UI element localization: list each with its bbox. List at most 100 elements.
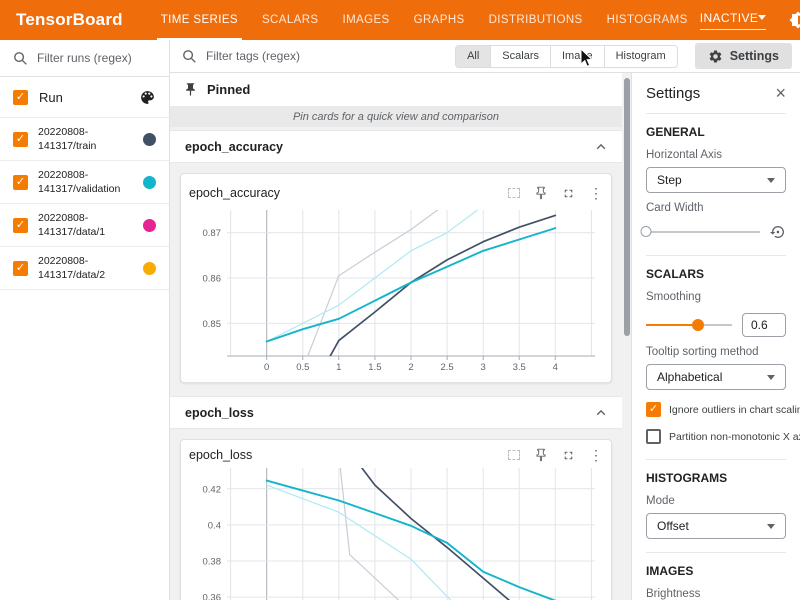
- filter-button-histogram[interactable]: Histogram: [604, 46, 677, 67]
- chevron-down-icon: [767, 524, 775, 529]
- pinned-section-header: Pinned: [170, 73, 622, 106]
- run-label: 20220808-141317/data/2: [38, 254, 133, 282]
- filter-button-scalars[interactable]: Scalars: [490, 46, 550, 67]
- run-row-data-1[interactable]: 20220808-141317/data/1: [0, 204, 169, 247]
- section-epoch-loss[interactable]: epoch_loss: [170, 396, 622, 429]
- card-width-slider[interactable]: [646, 225, 760, 239]
- close-icon[interactable]: ×: [775, 83, 786, 104]
- dark-mode-toggle-button[interactable]: [789, 10, 800, 30]
- tab-histograms[interactable]: HISTOGRAMS: [595, 0, 700, 40]
- svg-text:3.5: 3.5: [513, 362, 526, 373]
- tags-toolbar: Filter tags (regex) All Scalars Image Hi…: [170, 40, 800, 73]
- settings-section-images: IMAGES Brightness Contrast: [646, 552, 786, 600]
- tag-type-filter-group: All Scalars Image Histogram: [455, 45, 678, 68]
- run-color-dot[interactable]: [143, 262, 156, 275]
- tab-time-series[interactable]: TIME SERIES: [149, 0, 250, 40]
- fullscreen-button[interactable]: [562, 449, 575, 462]
- pin-icon: [534, 186, 548, 200]
- run-color-dot[interactable]: [143, 176, 156, 189]
- tab-graphs[interactable]: GRAPHS: [402, 0, 477, 40]
- pin-icon: [534, 448, 548, 462]
- settings-section-histograms: HISTOGRAMS Mode Offset: [646, 459, 786, 552]
- run-status-dropdown[interactable]: INACTIVE: [700, 11, 767, 30]
- pinned-empty-message: Pin cards for a quick view and compariso…: [170, 106, 622, 127]
- run-checkbox[interactable]: [13, 175, 28, 190]
- horizontal-axis-value: Step: [657, 173, 682, 187]
- section-epoch-accuracy[interactable]: epoch_accuracy: [170, 130, 622, 163]
- pin-icon: [183, 82, 198, 97]
- search-icon: [13, 51, 28, 66]
- tab-distributions[interactable]: DISTRIBUTIONS: [477, 0, 595, 40]
- card-menu-button[interactable]: ⋮: [589, 186, 603, 200]
- run-checkbox[interactable]: [13, 261, 28, 276]
- filter-button-image[interactable]: Image: [550, 46, 604, 67]
- chevron-down-icon: [758, 15, 766, 20]
- brightness-label: Brightness: [646, 588, 786, 600]
- gear-icon: [708, 49, 723, 64]
- filter-button-all[interactable]: All: [456, 46, 490, 67]
- section-heading: IMAGES: [646, 564, 786, 578]
- card-menu-button[interactable]: ⋮: [589, 448, 603, 462]
- settings-button-label: Settings: [730, 49, 779, 63]
- reset-card-width-button[interactable]: [770, 224, 786, 240]
- cards-scroll-area: Pinned Pin cards for a quick view and co…: [170, 73, 622, 600]
- filter-runs-placeholder: Filter runs (regex): [37, 51, 132, 65]
- partition-x-axis-checkbox[interactable]: [646, 429, 661, 444]
- svg-text:0.36: 0.36: [203, 593, 222, 600]
- pin-card-button[interactable]: [534, 448, 548, 462]
- horizontal-axis-select[interactable]: Step: [646, 167, 786, 193]
- select-all-runs-checkbox[interactable]: [13, 90, 28, 105]
- section-heading: GENERAL: [646, 125, 786, 139]
- ignore-outliers-checkbox[interactable]: [646, 402, 661, 417]
- pin-card-button[interactable]: [534, 186, 548, 200]
- histogram-mode-label: Mode: [646, 495, 786, 507]
- svg-text:3: 3: [481, 362, 486, 373]
- svg-text:0.5: 0.5: [296, 362, 309, 373]
- epoch-loss-chart[interactable]: 0.420.40.380.3600.511.522.533.54: [189, 466, 605, 600]
- run-label: 20220808-141317/data/1: [38, 211, 133, 239]
- svg-text:0.38: 0.38: [203, 557, 222, 568]
- section-title: epoch_accuracy: [185, 140, 283, 154]
- partition-x-axis-label: Partition non-monotonic X axis: [669, 431, 800, 443]
- run-color-dot[interactable]: [143, 219, 156, 232]
- run-row-train[interactable]: 20220808-141317/train: [0, 118, 169, 161]
- search-icon: [182, 49, 197, 64]
- run-color-dot[interactable]: [143, 133, 156, 146]
- histogram-mode-select[interactable]: Offset: [646, 513, 786, 539]
- run-checkbox[interactable]: [13, 218, 28, 233]
- chevron-down-icon: [767, 178, 775, 183]
- section-title: epoch_loss: [185, 406, 254, 420]
- run-label: 20220808-141317/train: [38, 125, 133, 153]
- scalar-card-epoch-accuracy: epoch_accuracy ⋮: [180, 173, 612, 383]
- fullscreen-button[interactable]: [562, 187, 575, 200]
- svg-text:2.5: 2.5: [440, 362, 453, 373]
- fit-domain-icon[interactable]: [508, 450, 520, 460]
- tab-scalars[interactable]: SCALARS: [250, 0, 331, 40]
- run-row-data-2[interactable]: 20220808-141317/data/2: [0, 247, 169, 290]
- filter-runs-input[interactable]: Filter runs (regex): [0, 40, 169, 77]
- chevron-up-icon[interactable]: [595, 407, 607, 419]
- open-settings-button[interactable]: Settings: [695, 43, 792, 69]
- chevron-up-icon[interactable]: [595, 141, 607, 153]
- run-label: 20220808-141317/validation: [38, 168, 133, 196]
- scrollbar-thumb[interactable]: [624, 78, 630, 336]
- brightness-icon: [789, 11, 800, 29]
- epoch-accuracy-chart[interactable]: 0.850.860.8700.511.522.533.54: [189, 206, 605, 376]
- card-width-label: Card Width: [646, 202, 786, 214]
- smoothing-slider[interactable]: [646, 318, 732, 332]
- tab-images[interactable]: IMAGES: [330, 0, 401, 40]
- smoothing-value-input[interactable]: 0.6: [742, 313, 786, 337]
- horizontal-axis-label: Horizontal Axis: [646, 149, 786, 161]
- run-row-validation[interactable]: 20220808-141317/validation: [0, 161, 169, 204]
- tooltip-sorting-select[interactable]: Alphabetical: [646, 364, 786, 390]
- app-logo: TensorBoard: [16, 10, 123, 30]
- main-scrollbar[interactable]: [622, 73, 631, 600]
- filter-tags-input[interactable]: Filter tags (regex): [206, 49, 446, 63]
- svg-text:0.86: 0.86: [203, 274, 222, 285]
- pinned-title: Pinned: [207, 82, 250, 97]
- run-checkbox[interactable]: [13, 132, 28, 147]
- run-color-palette-button[interactable]: [139, 89, 156, 106]
- card-title: epoch_loss: [189, 448, 508, 462]
- fit-domain-icon[interactable]: [508, 188, 520, 198]
- settings-section-general: GENERAL Horizontal Axis Step Card Width: [646, 113, 786, 255]
